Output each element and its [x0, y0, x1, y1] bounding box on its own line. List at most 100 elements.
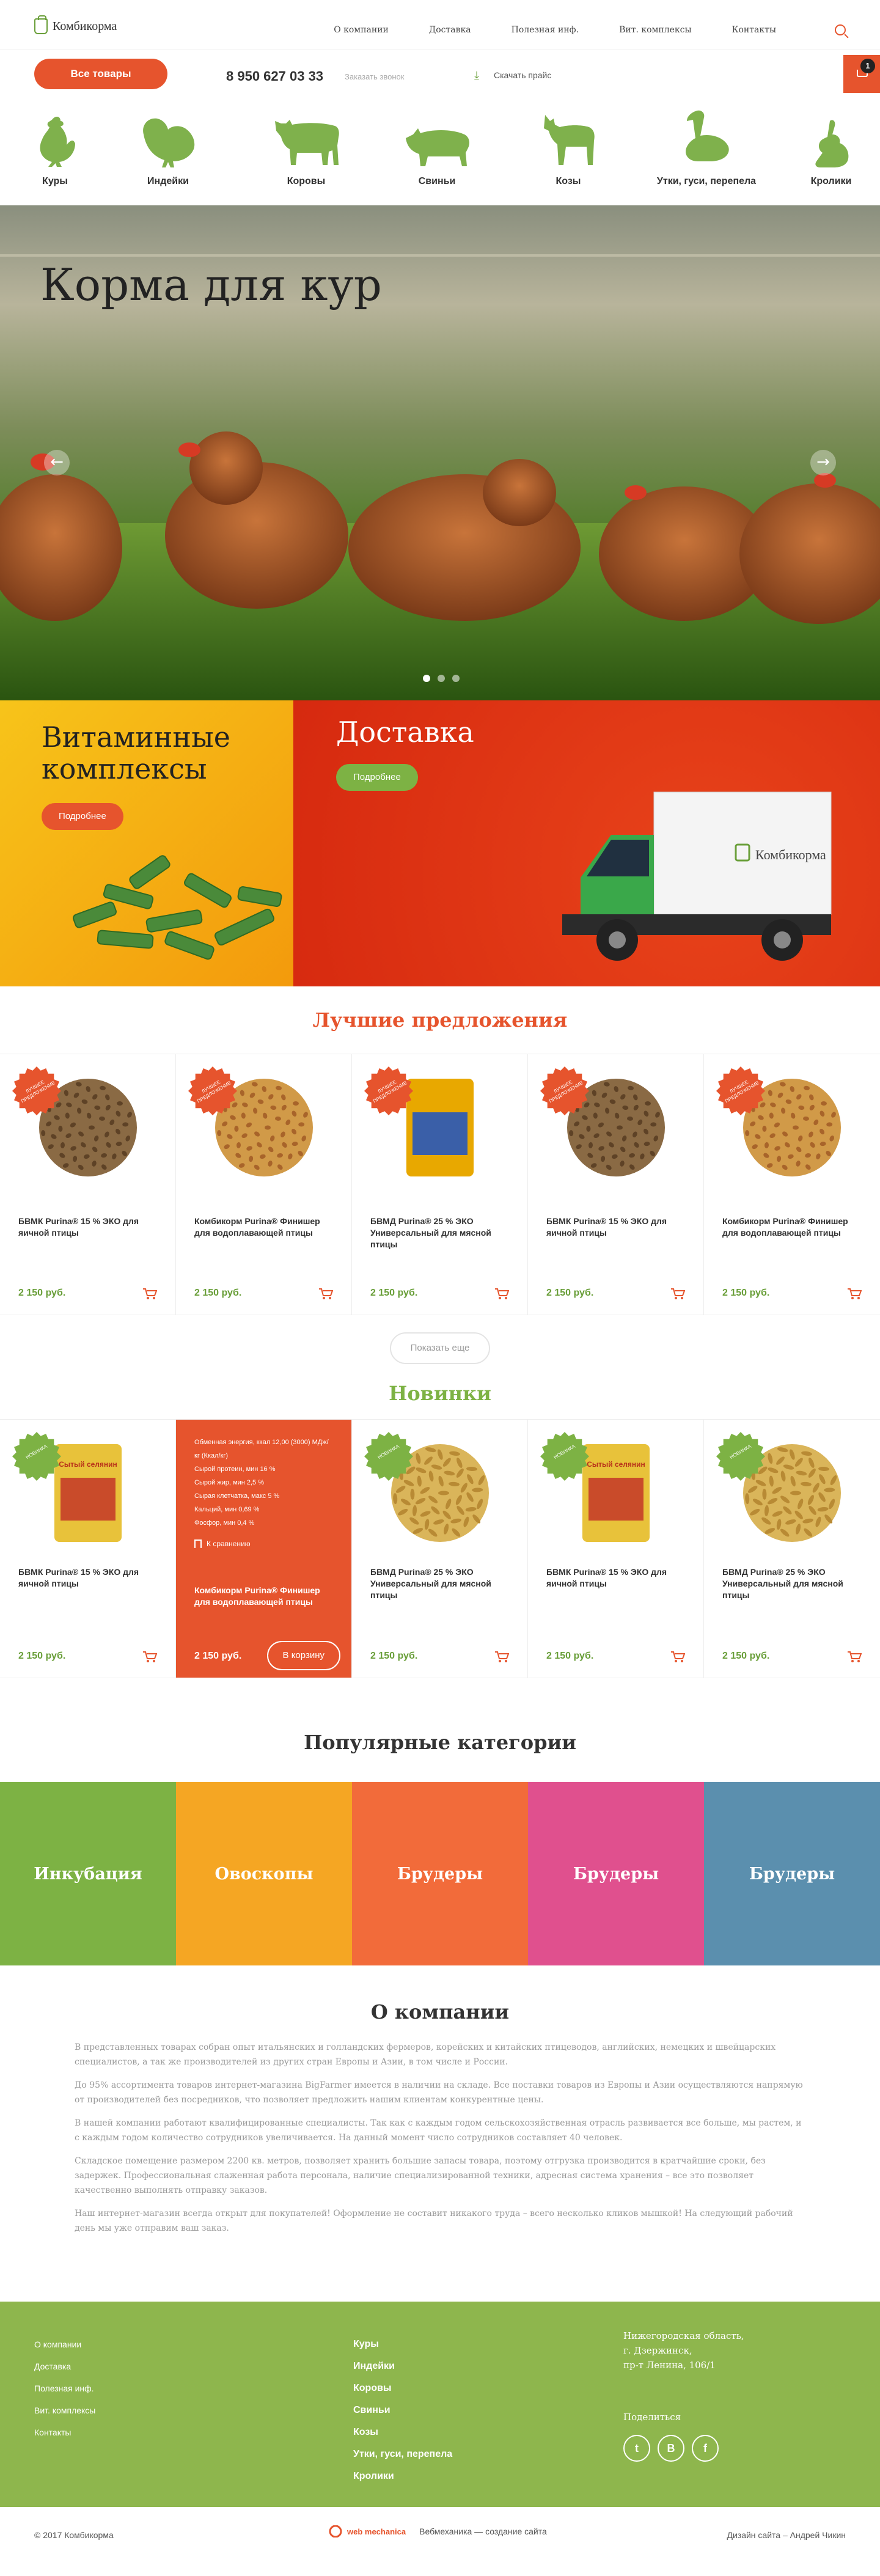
offer-badge: лучшее предложение [540, 1066, 589, 1115]
add-to-cart-icon[interactable] [494, 1288, 509, 1300]
product-name[interactable]: БВМК Purina® 15 % ЭКО для яичной птицы [18, 1566, 157, 1603]
product-name[interactable]: Комбикорм Purina® Финишер для водоплаваю… [194, 1585, 333, 1627]
badge-star-icon [12, 1432, 61, 1481]
nav-about[interactable]: О компании [334, 25, 389, 35]
logo[interactable]: Комбикорма [34, 15, 117, 34]
to-cart-button[interactable]: В корзину [266, 1641, 340, 1670]
search-icon[interactable] [835, 24, 846, 35]
footer-animal-link[interactable]: Куры [353, 2333, 452, 2355]
footer-links: О компании Доставка Полезная инф. Вит. комп… [34, 2333, 95, 2443]
delivery-more-button[interactable]: Подробнее [336, 764, 418, 791]
callback-link[interactable]: Заказать звонок [345, 72, 404, 81]
category-tile[interactable]: Брудеры [528, 1782, 704, 1965]
product-name[interactable]: БВМД Purina® 25 % ЭКО Универсальный для … [370, 1216, 509, 1252]
add-to-cart-icon[interactable] [318, 1288, 333, 1300]
slider-dot[interactable] [423, 675, 430, 682]
download-price-link[interactable]: ⤓ Скачать прайс [474, 70, 551, 81]
social-links: t В f [623, 2435, 719, 2462]
all-goods-button[interactable]: Все товары [34, 59, 167, 89]
footer-animal-link[interactable]: Свиньи [353, 2399, 452, 2421]
webmechanica-logo: web mechanica [328, 2525, 406, 2537]
product-name[interactable]: БВМК Purina® 15 % ЭКО для яичной птицы [546, 1566, 685, 1603]
product-card[interactable]: новинка Сытый селянин БВМК Purina® 15 % ЭК… [0, 1420, 176, 1678]
add-to-cart-icon[interactable] [494, 1651, 509, 1663]
footer-link[interactable]: Доставка [34, 2355, 95, 2377]
twitter-icon[interactable]: t [623, 2435, 650, 2462]
compare-label: К сравнению [207, 1539, 251, 1548]
nav-vitamins[interactable]: Вит. комплексы [619, 25, 692, 35]
animal-pig[interactable]: Свиньи [397, 106, 477, 187]
product-card[interactable]: новинка Сытый селянин БВМК Purina® 15 % ЭК… [528, 1420, 704, 1678]
product-name[interactable]: БВМК Purina® 15 % ЭКО для яичной птицы [546, 1216, 685, 1252]
animal-turkey[interactable]: Индейки [134, 106, 202, 187]
add-to-cart-icon[interactable] [847, 1651, 862, 1663]
product-card[interactable]: лучшее предложение БВМД Purina® 25 % ЭКО … [352, 1054, 528, 1315]
product-price: 2 150 руб. [18, 1288, 66, 1298]
footer: О компании Доставка Полезная инф. Вит. комп… [0, 2302, 880, 2507]
animal-ducks[interactable]: Утки, гуси, перепела [651, 106, 761, 187]
animal-cow[interactable]: Коровы [266, 106, 346, 187]
footer-link[interactable]: О компании [34, 2333, 95, 2355]
about-paragraph: Складское помещение размером 2200 кв. ме… [75, 2156, 766, 2195]
vitamins-banner[interactable]: Витаминные комплексы Подробнее [0, 700, 293, 986]
animal-label: Куры [42, 176, 68, 186]
nav-info[interactable]: Полезная инф. [512, 25, 579, 35]
slider-dot[interactable] [452, 675, 460, 682]
footer-link[interactable]: Полезная инф. [34, 2377, 95, 2399]
spec-line: Сырая клетчатка, макс 5 % [194, 1492, 280, 1500]
product-name[interactable]: Комбикорм Purina® Финишер для водоплаваю… [722, 1216, 862, 1252]
category-tile[interactable]: Овоскопы [176, 1782, 352, 1965]
nav-contacts[interactable]: Контакты [732, 25, 776, 35]
product-card[interactable]: лучшее предложение БВМК Purina® 15 % ЭКО … [528, 1054, 704, 1315]
top-bar: Комбикорма О компании Доставка Полезная … [0, 0, 880, 50]
product-name[interactable]: БВМД Purina® 25 % ЭКО Универсальный для … [370, 1566, 509, 1603]
brand-name: Комбикорма [53, 19, 117, 33]
vk-icon[interactable]: В [658, 2435, 684, 2462]
animal-chicken[interactable]: Куры [24, 106, 86, 187]
product-card[interactable]: новинка БВМД Purina® 25 % ЭКО Универсальн… [352, 1420, 528, 1678]
vitamins-more-button[interactable]: Подробнее [42, 803, 123, 830]
product-name[interactable]: БВМД Purina® 25 % ЭКО Универсальный для … [722, 1566, 862, 1603]
footer-animal-link[interactable]: Индейки [353, 2355, 452, 2377]
footer-animal-link[interactable]: Козы [353, 2421, 452, 2443]
facebook-icon[interactable]: f [692, 2435, 719, 2462]
hero-prev-arrow-icon[interactable]: ← [44, 450, 70, 475]
add-to-cart-icon[interactable] [142, 1651, 157, 1663]
add-to-cart-icon[interactable] [847, 1288, 862, 1300]
footer-animal-link[interactable]: Коровы [353, 2377, 452, 2399]
footer-bottom: © 2017 Комбикорма web mechanica Вебмехан… [0, 2507, 880, 2562]
turkey-icon [143, 118, 195, 167]
product-name[interactable]: БВМК Purina® 15 % ЭКО для яичной птицы [18, 1216, 157, 1252]
product-card-hover[interactable]: Обменная энергия, ккал 12,00 (3000) МДж/… [176, 1420, 352, 1678]
delivery-banner[interactable]: Доставка Подробнее Комбикорма [293, 700, 880, 986]
compare-link[interactable]: К сравнению [194, 1539, 333, 1548]
animal-rabbit[interactable]: Кролики [801, 106, 862, 187]
nav-delivery[interactable]: Доставка [429, 25, 471, 35]
product-card[interactable]: лучшее предложение Комбикорм Purina® Фини… [704, 1054, 880, 1315]
footer-link[interactable]: Вит. комплексы [34, 2399, 95, 2421]
animal-goat[interactable]: Козы [538, 106, 599, 187]
product-price: 2 150 руб. [194, 1651, 242, 1661]
product-card[interactable]: лучшее предложение БВМК Purina® 15 % ЭКО … [0, 1054, 176, 1315]
add-to-cart-icon[interactable] [670, 1288, 685, 1300]
footer-animal-link[interactable]: Утки, гуси, перепела [353, 2443, 452, 2465]
show-more-button[interactable]: Показать еще [390, 1332, 490, 1364]
categories-title: Популярные категории [304, 1731, 576, 1754]
hero-next-arrow-icon[interactable]: → [810, 450, 836, 475]
category-tile[interactable]: Брудеры [704, 1782, 880, 1965]
category-tile[interactable]: Брудеры [352, 1782, 528, 1965]
phone-number[interactable]: 8 950 627 03 33 [226, 68, 323, 84]
category-tile[interactable]: Инкубация [0, 1782, 176, 1965]
slider-dot[interactable] [438, 675, 445, 682]
add-to-cart-icon[interactable] [142, 1288, 157, 1300]
cart-button[interactable]: 1 [843, 55, 880, 93]
best-title: Лучшие предложения [312, 1008, 568, 1032]
product-card[interactable]: новинка БВМД Purina® 25 % ЭКО Универсальн… [704, 1420, 880, 1678]
product-card[interactable]: лучшее предложение Комбикорм Purina® Фини… [176, 1054, 352, 1315]
developer-link[interactable]: web mechanica Вебмеханика — создание сай… [328, 2525, 547, 2537]
footer-animal-link[interactable]: Кролики [353, 2465, 452, 2487]
product-name[interactable]: Комбикорм Purina® Финишер для водоплаваю… [194, 1216, 333, 1252]
about-paragraph: В представленных товарах собран опыт ита… [75, 2042, 776, 2067]
footer-link[interactable]: Контакты [34, 2421, 95, 2443]
add-to-cart-icon[interactable] [670, 1651, 685, 1663]
